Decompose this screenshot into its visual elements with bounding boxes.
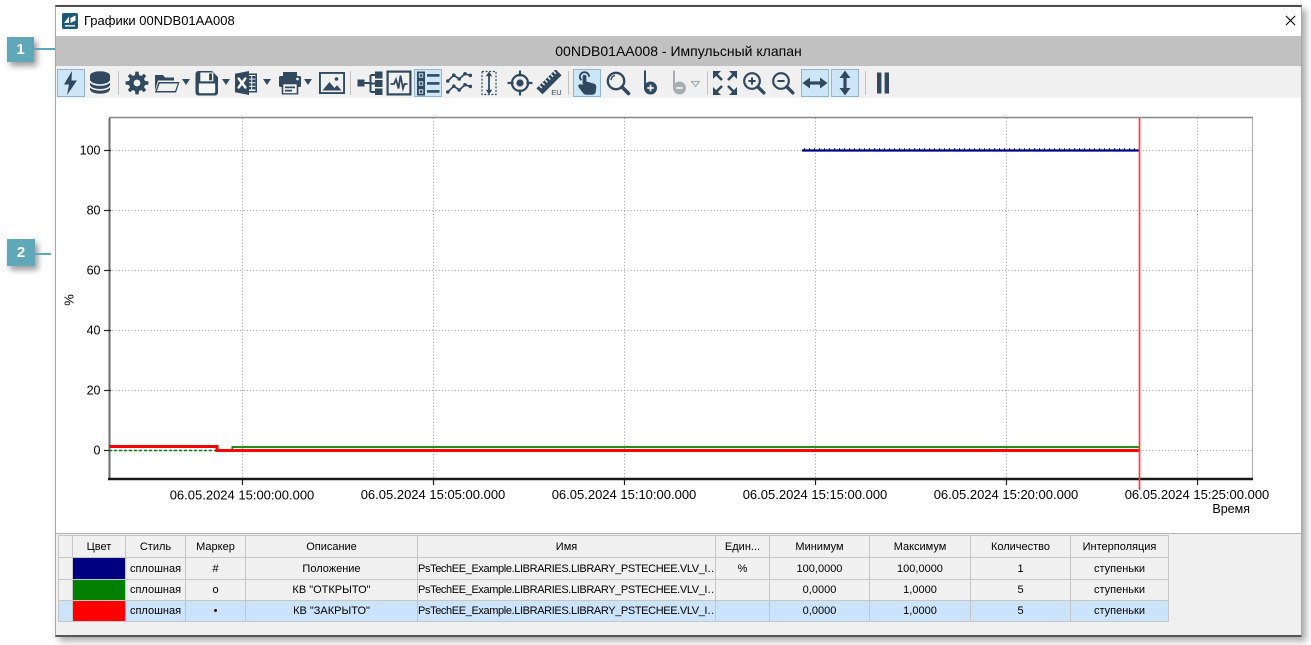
svg-text:06.05.2024 15:15:00.000: 06.05.2024 15:15:00.000 [743, 487, 888, 502]
svg-text:06.05.2024 15:25:00.000: 06.05.2024 15:25:00.000 [1125, 487, 1270, 502]
svg-text:40: 40 [87, 324, 101, 338]
svg-text:EU: EU [551, 88, 561, 96]
svg-text:80: 80 [87, 204, 101, 218]
svg-text:06.05.2024 15:00:00.000: 06.05.2024 15:00:00.000 [170, 488, 315, 503]
svg-text:06.05.2024 15:10:00.000: 06.05.2024 15:10:00.000 [552, 487, 697, 502]
svg-text:%: % [62, 294, 77, 306]
svg-text:Время: Время [1212, 502, 1250, 516]
svg-text:06.05.2024 15:05:00.000: 06.05.2024 15:05:00.000 [361, 487, 506, 502]
svg-text:100: 100 [80, 144, 101, 158]
svg-text:60: 60 [87, 264, 101, 278]
svg-text:20: 20 [87, 384, 101, 398]
svg-text:06.05.2024 15:20:00.000: 06.05.2024 15:20:00.000 [934, 487, 1079, 502]
svg-text:0: 0 [94, 444, 101, 458]
